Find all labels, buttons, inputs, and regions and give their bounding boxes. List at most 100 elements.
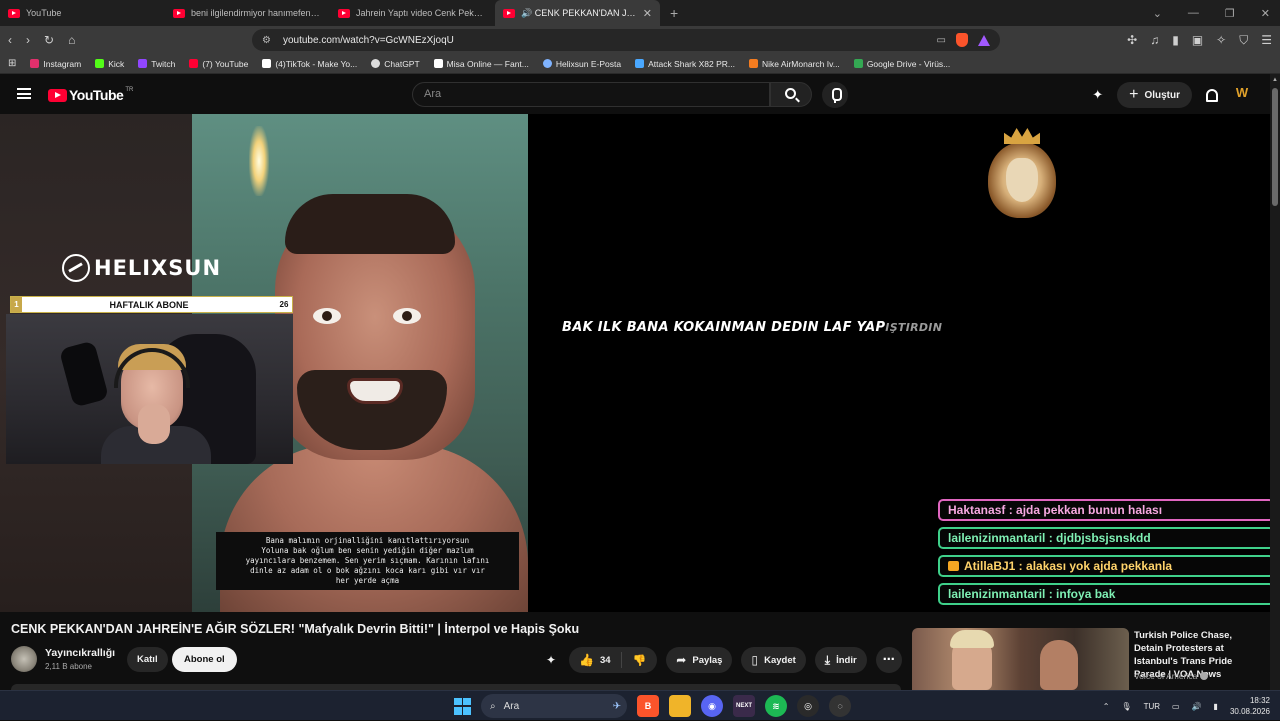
bookmark-helixsun[interactable]: Helixsun E-Posta (542, 58, 622, 69)
close-window-button[interactable]: ✕ (1261, 7, 1270, 20)
search-button[interactable] (770, 82, 812, 107)
account-avatar[interactable]: W (1232, 85, 1252, 105)
subscriber-count: 2,11 B abone (45, 662, 93, 671)
wallet-icon[interactable]: ▣ (1192, 33, 1203, 48)
video-player[interactable]: Bana malımın orjinalliğini kanıtlattırıy… (0, 114, 1270, 612)
sidebar-icon[interactable]: ▮ (1172, 33, 1179, 48)
apps-grid-icon[interactable]: ⊞ (8, 58, 16, 69)
search-input[interactable]: Ara (412, 82, 770, 107)
speaker-hair (285, 194, 455, 254)
ask-ai-button[interactable]: ✦ (542, 647, 560, 673)
media-icon[interactable]: ♫ (1150, 33, 1159, 48)
forward-icon[interactable]: › (26, 33, 30, 47)
bookmark-save-icon: ▯ (751, 653, 759, 667)
browser-tab[interactable]: Jahrein Yaptı video Cenk Pekkan hakk (330, 0, 495, 26)
logo-text: YouTube (69, 87, 124, 103)
search-icon: ⌕ (490, 700, 496, 712)
browser-tab[interactable]: beni ilgilendirmiyor hanımefendi - Yo (165, 0, 330, 26)
save-button[interactable]: ▯ Kaydet (741, 647, 806, 673)
recommended-channel[interactable]: Voice of America (1134, 671, 1209, 681)
brave-browser-icon[interactable]: B (637, 695, 659, 717)
chat-message: lailenizinmantaril : infoya bak (938, 583, 1270, 605)
network-icon[interactable]: ▭ (1172, 702, 1180, 711)
bookmark-tiktok[interactable]: (4)TikTok - Make Yo... (262, 59, 357, 69)
bookmark-attack-shark[interactable]: Attack Shark X82 PR... (635, 59, 735, 69)
chat-text: lailenizinmantaril : infoya bak (948, 587, 1116, 601)
like-button[interactable]: 👍 34 (569, 652, 622, 668)
battery-icon[interactable]: ▮ (1214, 702, 1218, 711)
address-bar[interactable]: ⚙ youtube.com/watch?v=GcWNEzXjoqU ▭ (252, 29, 1000, 51)
home-icon[interactable]: ⌂ (68, 33, 75, 47)
ai-sparkle-icon[interactable]: ✦ (1092, 87, 1103, 103)
browser-tab-active[interactable]: 🔊 CENK PEKKAN'DAN JAHREİN'E ✕ (495, 0, 660, 26)
back-icon[interactable]: ‹ (8, 33, 12, 47)
channel-name[interactable]: Yayıncıkrallığı (45, 647, 115, 659)
bookmark-instagram[interactable]: Instagram (30, 59, 81, 69)
file-explorer-icon[interactable] (669, 695, 691, 717)
bookmark-misa[interactable]: Misa Online — Fant... (433, 59, 529, 69)
bookmark-twitch[interactable]: Twitch (138, 59, 175, 69)
cast-icon[interactable]: ▭ (937, 35, 946, 46)
page-scrollbar[interactable]: ▲ (1270, 74, 1280, 690)
close-tab-icon[interactable]: ✕ (643, 7, 652, 20)
bookmark-youtube[interactable]: (7) YouTube (189, 59, 248, 69)
volume-icon[interactable]: 🔊 (1192, 702, 1202, 711)
more-actions-button[interactable]: ⋯ (875, 647, 902, 673)
menu-hamburger-icon[interactable] (17, 88, 31, 99)
channel-avatar[interactable] (11, 646, 37, 672)
brave-rewards-icon[interactable] (978, 34, 990, 46)
bookmark-chatgpt[interactable]: ChatGPT (371, 58, 420, 69)
voice-search-button[interactable] (822, 82, 848, 108)
tab-list-icon[interactable]: ⌄ (1153, 7, 1162, 20)
bookmark-label: ChatGPT (384, 58, 420, 69)
vpn-shield-icon[interactable]: ⛉ (1239, 33, 1248, 48)
obs-icon[interactable]: ◎ (797, 695, 819, 717)
download-button[interactable]: ⤓ İndir (814, 647, 867, 673)
minimize-button[interactable]: — (1188, 7, 1199, 19)
subscribe-button[interactable]: Abone ol (172, 647, 237, 672)
steelseries-icon[interactable]: ◌ (829, 695, 851, 717)
microphone (58, 340, 110, 408)
speaker-eye (313, 308, 341, 324)
windows-taskbar: ⌕ Ara ✈ B ◉ NEXT ≋ ◎ ◌ ⌃ 🎙 TUR ▭ 🔊 ▮ 18:32… (0, 690, 1280, 720)
bookmark-kick[interactable]: Kick (95, 59, 124, 69)
system-clock[interactable]: 18:32 30.08.2026 (1230, 695, 1270, 717)
next-app-icon[interactable]: NEXT (733, 695, 755, 717)
menu-icon[interactable]: ☰ (1261, 33, 1272, 48)
recommended-video[interactable]: Turkish Police Chase, Detain Protesters … (912, 628, 1262, 690)
browser-tab[interactable]: YouTube (0, 0, 165, 26)
language-indicator[interactable]: TUR (1144, 702, 1160, 711)
notifications-bell-icon[interactable] (1206, 88, 1218, 102)
bookmark-google-drive[interactable]: Google Drive - Virüs... (853, 58, 951, 69)
site-info-icon[interactable]: ⚙ (262, 35, 271, 46)
google-drive-icon (853, 59, 863, 68)
create-button[interactable]: + Oluştur (1117, 82, 1192, 108)
windows-start-icon[interactable] (454, 697, 471, 715)
dislike-button[interactable]: 👎 (622, 654, 658, 667)
reload-icon[interactable]: ↻ (44, 33, 54, 47)
youtube-favicon-icon (8, 8, 20, 18)
extensions-icon[interactable]: ✣ (1127, 33, 1137, 48)
tray-overflow-icon[interactable]: ⌃ (1103, 702, 1110, 711)
streamer-hand (138, 404, 170, 444)
taskbar-search[interactable]: ⌕ Ara ✈ (481, 694, 627, 718)
restore-button[interactable]: ❐ (1225, 7, 1235, 20)
brave-shields-icon[interactable] (956, 33, 968, 47)
bookmark-label: Helixsun E-Posta (555, 58, 622, 69)
goal-current: 1 (11, 297, 22, 312)
microphone-icon[interactable]: 🎙 (1121, 702, 1131, 711)
bookmark-label: Google Drive - Virüs... (866, 58, 951, 69)
leo-ai-icon[interactable]: ✧ (1216, 33, 1226, 48)
chat-text: lailenizinmantaril : djdbjsbsjsnskdd (948, 531, 1151, 545)
youtube-favicon-icon (503, 8, 515, 18)
discord-icon[interactable]: ◉ (701, 695, 723, 717)
share-button[interactable]: ➦ Paylaş (666, 647, 733, 673)
join-button[interactable]: Katıl (127, 647, 168, 672)
new-tab-button[interactable]: + (670, 5, 678, 21)
youtube-logo[interactable]: YouTube TR (48, 87, 133, 103)
recommended-thumbnail[interactable] (912, 628, 1129, 690)
scrollbar-thumb[interactable] (1272, 88, 1278, 206)
scroll-up-icon[interactable]: ▲ (1272, 77, 1278, 83)
bookmark-nike[interactable]: Nike AirMonarch Iv... (749, 59, 840, 69)
spotify-icon[interactable]: ≋ (765, 695, 787, 717)
